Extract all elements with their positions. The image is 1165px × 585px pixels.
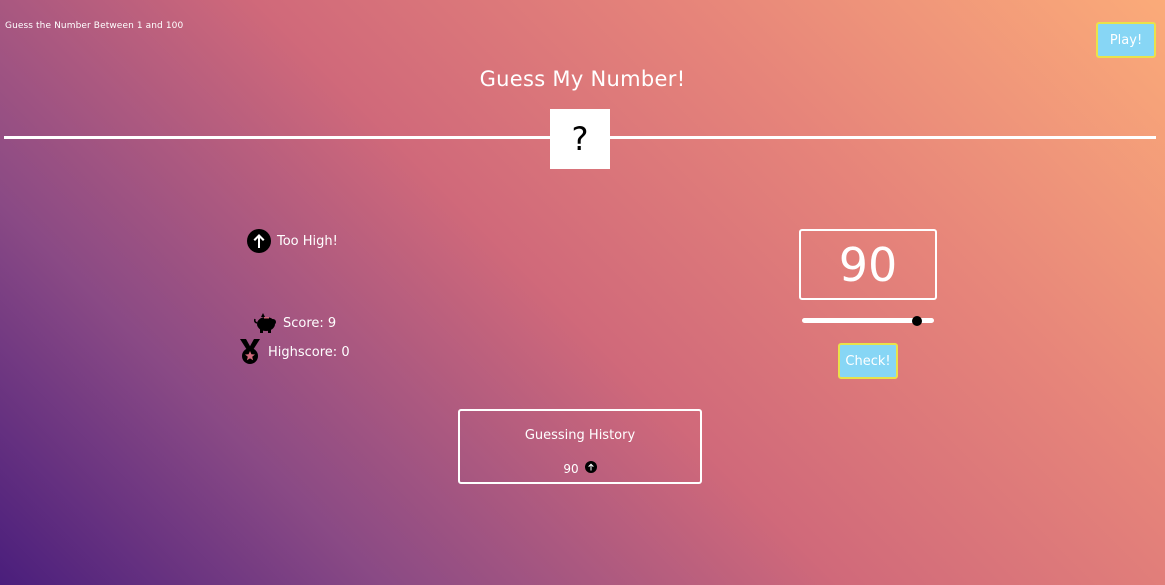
piggy-bank-icon: [253, 312, 277, 334]
secret-number-box: ?: [550, 109, 610, 169]
highscore-label: Highscore: 0: [268, 344, 350, 360]
highscore-display: Highscore: 0: [238, 339, 350, 365]
page-title: Guess My Number!: [479, 67, 686, 91]
arrow-up-circle-icon: [247, 229, 271, 253]
game-hint: Guess the Number Between 1 and 100: [5, 21, 184, 31]
feedback-message: Too High!: [247, 229, 338, 253]
guessing-history-panel: Guessing History 90: [458, 409, 702, 484]
medal-icon: [238, 339, 262, 365]
play-button[interactable]: Play!: [1096, 22, 1156, 58]
guess-input[interactable]: 90: [799, 229, 937, 300]
arrow-up-circle-icon: [579, 461, 597, 476]
slider-thumb[interactable]: [911, 316, 922, 326]
check-button[interactable]: Check!: [838, 343, 898, 379]
history-entry: 90: [460, 461, 700, 476]
history-entry-value: 90: [563, 461, 579, 476]
feedback-text: Too High!: [277, 233, 338, 249]
history-title: Guessing History: [524, 428, 636, 443]
score-display: Score: 9: [253, 312, 336, 334]
score-label: Score: 9: [283, 315, 337, 331]
